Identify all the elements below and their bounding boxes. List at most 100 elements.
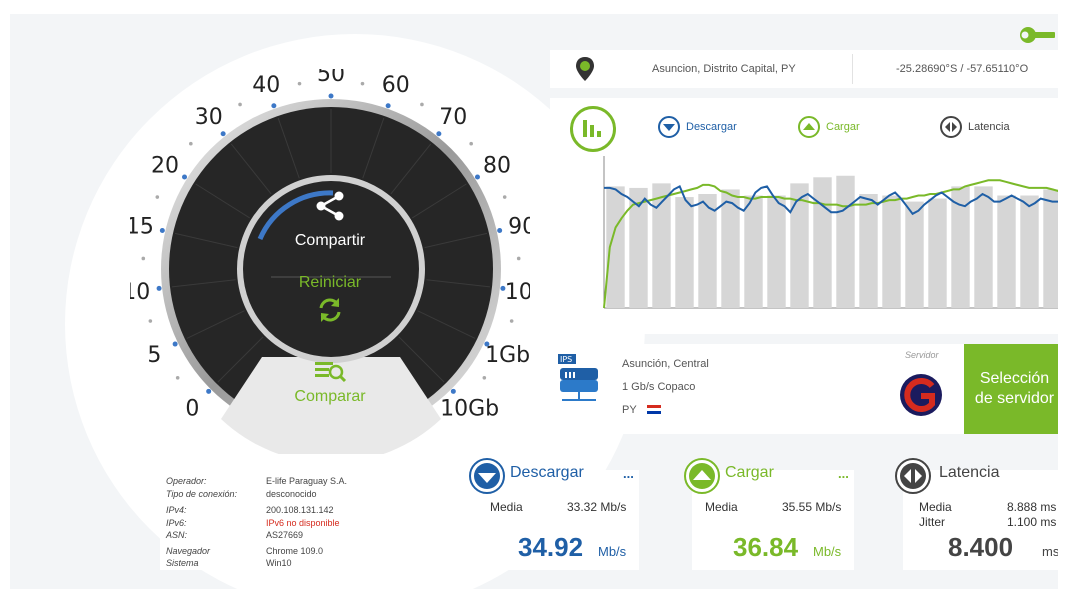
- legend-upload[interactable]: Cargar: [798, 116, 860, 138]
- download-title: Descargar: [510, 464, 584, 481]
- info-row: Tipo de conexión: desconocido: [166, 488, 416, 501]
- info-row: Sistema Win10: [166, 557, 416, 570]
- compare-icon: [315, 362, 347, 383]
- download-unit: Mb/s: [598, 544, 627, 559]
- upload-value: 36.84: [733, 532, 799, 562]
- upload-more[interactable]: ...: [838, 466, 849, 481]
- latency-bar: [997, 195, 1016, 308]
- download-avg-value: 33.32 Mb/s: [567, 500, 627, 514]
- download-value: 34.92: [518, 532, 584, 562]
- latency-bar: [836, 175, 855, 308]
- latency-bar: [675, 197, 694, 308]
- gauge-scale-label: 90: [508, 214, 530, 239]
- download-icon: [469, 458, 505, 494]
- latency-bar: [882, 195, 901, 308]
- gauge-scale-label: 10Gb: [440, 397, 499, 422]
- latency-bar: [813, 177, 832, 308]
- latency-result-icon: [895, 458, 931, 494]
- info-label: IPv6:: [166, 517, 187, 528]
- latency-bar: [1020, 195, 1039, 308]
- upload-unit: Mb/s: [813, 544, 842, 559]
- gauge-scale-label: 60: [382, 73, 410, 98]
- connection-info: Operador: E-life Paraguay S.A. Tipo de con…: [160, 470, 422, 570]
- upload-avg-value: 35.55 Mb/s: [782, 500, 842, 514]
- location-place: Asuncion, Distrito Capital, PY: [652, 63, 796, 75]
- server-button-line2: de servidor: [974, 390, 1055, 407]
- upload-result: Cargar ... Media 35.55 Mb/s 36.84 Mb/s: [684, 458, 854, 570]
- gauge-scale-label: 20: [151, 154, 179, 179]
- latency-avg-value: 8.888 ms: [1007, 500, 1057, 514]
- speed-graph: [603, 156, 1058, 309]
- compare-label: Comparar: [294, 388, 366, 405]
- share-label: Compartir: [294, 232, 366, 249]
- bar-chart-icon[interactable]: [570, 106, 616, 152]
- info-row: ASN: AS27669: [166, 529, 416, 542]
- info-value: E-life Paraguay S.A.: [266, 476, 348, 486]
- gauge-scale-label: 80: [483, 154, 511, 179]
- gauge-scale-label: 50: [317, 69, 345, 87]
- graph-panel: Descargar Cargar Latencia: [550, 98, 1058, 334]
- info-value: Win10: [266, 558, 292, 568]
- info-value: 200.108.131.142: [266, 505, 334, 515]
- latency-bar: [744, 195, 763, 308]
- download-result: Descargar ... Media 33.32 Mb/s 34.92 Mb/…: [469, 458, 639, 570]
- info-row: IPv6: IPv6 no disponible: [166, 517, 416, 530]
- latency-avg-label: Media: [919, 500, 952, 514]
- info-label: Tipo de conexión:: [166, 488, 237, 499]
- latency-title: Latencia: [939, 464, 1000, 481]
- svg-text:IPS: IPS: [560, 355, 572, 364]
- info-label: Operador:: [166, 476, 207, 486]
- paraguay-flag-icon: [647, 405, 661, 414]
- gauge-scale-label: 30: [195, 105, 223, 130]
- server-label: Servidor: [905, 350, 939, 360]
- latency-icon: [940, 116, 962, 138]
- speedtest-app: Asuncion, Distrito Capital, PY -25.28690…: [10, 14, 1058, 589]
- gauge-scale-label: 10: [130, 280, 150, 305]
- restart-label: Reiniciar: [298, 274, 362, 291]
- restart-button[interactable]: Reiniciar: [280, 274, 380, 334]
- legend-download[interactable]: Descargar: [658, 116, 737, 138]
- gauge-scale-label: 15: [130, 214, 154, 239]
- download-more[interactable]: ...: [623, 466, 634, 481]
- info-row: IPv4: 200.108.131.142: [166, 504, 416, 517]
- isp-panel: IPS Asunción, Central 1 Gb/s Copaco PY S…: [550, 344, 964, 434]
- share-icon: [316, 191, 344, 221]
- legend-upload-label: Cargar: [826, 121, 860, 133]
- gauge-scale-label: 0: [185, 397, 199, 422]
- upload-avg-label: Media: [705, 500, 738, 514]
- gauge-scale-label: 40: [252, 73, 280, 98]
- legend-download-label: Descargar: [686, 121, 737, 133]
- upload-title: Cargar: [725, 464, 774, 481]
- info-row: Operador: E-life Paraguay S.A.: [166, 475, 416, 488]
- info-label: ASN:: [166, 530, 188, 540]
- refresh-icon: [319, 298, 341, 322]
- compare-button[interactable]: Comparar: [270, 359, 390, 409]
- info-value: desconocido: [266, 488, 317, 499]
- latency-jitter-value: 1.100 ms: [1007, 515, 1057, 529]
- gauge-scale-label: 5: [147, 343, 161, 368]
- latency-bar: [905, 201, 924, 308]
- info-row: Navegador Chrome 109.0: [166, 545, 416, 558]
- legend-latency[interactable]: Latencia: [940, 116, 1010, 138]
- info-value: IPv6 no disponible: [266, 517, 340, 528]
- isp-country: PY: [622, 404, 637, 416]
- share-button[interactable]: Compartir: [280, 189, 380, 249]
- info-label: Navegador: [166, 545, 211, 556]
- legend-latency-label: Latencia: [968, 121, 1010, 133]
- latency-bar: [928, 198, 947, 308]
- wrench-icon[interactable]: [1018, 24, 1058, 46]
- latency-unit: ms: [1042, 544, 1058, 559]
- gauge-scale-label: 70: [439, 105, 467, 130]
- server-select-button[interactable]: Selección de servidor: [964, 344, 1058, 434]
- info-value: Chrome 109.0: [266, 545, 324, 556]
- download-arrow-icon: [658, 116, 680, 138]
- info-label: Sistema: [166, 558, 199, 568]
- latency-bar: [1043, 189, 1058, 308]
- latency-bar: [974, 186, 993, 308]
- upload-icon: [684, 458, 720, 494]
- info-label: IPv4:: [166, 505, 187, 515]
- server-button-line1: Selección: [979, 370, 1050, 387]
- ips-server-icon: IPS: [558, 354, 598, 401]
- isp-city: Asunción, Central: [622, 358, 709, 370]
- latency-value: 8.400: [948, 532, 1014, 562]
